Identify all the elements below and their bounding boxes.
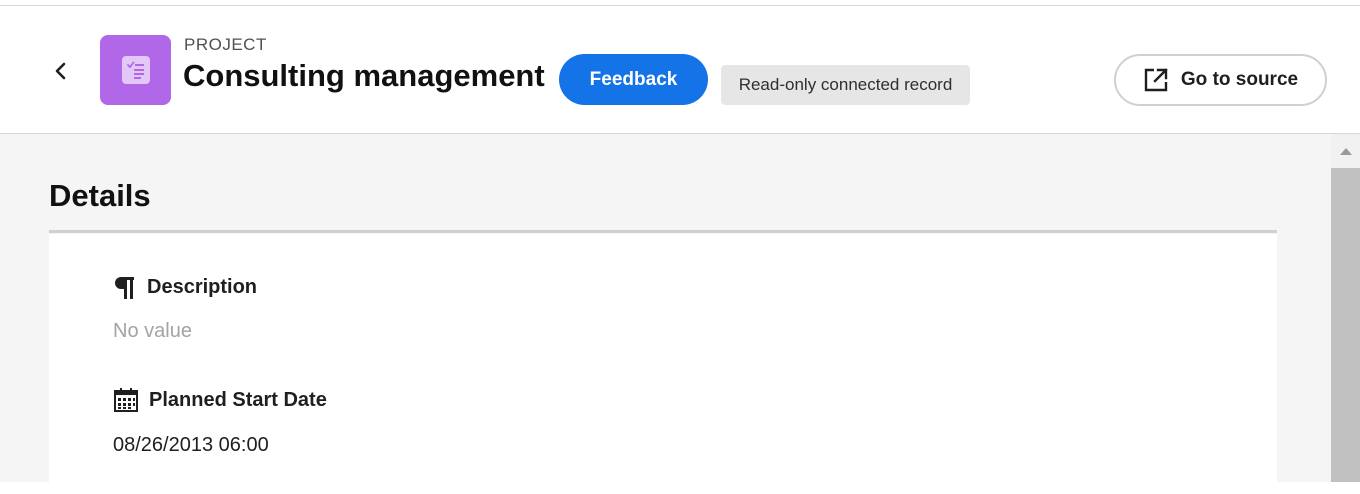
scroll-up-button[interactable] (1331, 134, 1360, 168)
project-checklist-icon (121, 56, 150, 84)
record-header: PROJECT Consulting management Feedback R… (0, 6, 1360, 134)
description-label-text: Description (147, 275, 258, 298)
details-panel: Details Description No value Planned Sta… (0, 134, 1331, 494)
project-icon (100, 35, 171, 105)
feedback-button[interactable]: Feedback (559, 54, 708, 105)
description-label: Description (113, 274, 257, 300)
details-card: Description No value Planned Start Date … (49, 234, 1277, 494)
planned-start-date-label-text: Planned Start Date (149, 388, 327, 411)
go-to-source-label: Go to source (1180, 69, 1299, 90)
triangle-up-icon (1339, 147, 1352, 155)
go-to-source-button[interactable]: Go to source (1114, 54, 1327, 106)
calendar-icon (114, 388, 138, 412)
vertical-scrollbar[interactable] (1331, 134, 1360, 482)
read-only-badge: Read-only connected record (721, 65, 970, 105)
paragraph-icon (115, 277, 134, 299)
description-value: No value (113, 320, 192, 342)
details-heading: Details (49, 178, 151, 213)
record-type-label: PROJECT (184, 35, 267, 54)
planned-start-date-value: 08/26/2013 06:00 (113, 434, 269, 456)
planned-start-date-label: Planned Start Date (113, 387, 327, 413)
scrollbar-thumb[interactable] (1331, 168, 1360, 482)
external-link-icon (1144, 68, 1168, 92)
chevron-left-icon (55, 62, 66, 80)
record-title: Consulting management (183, 58, 545, 93)
details-divider (49, 230, 1277, 233)
back-button[interactable] (48, 58, 74, 84)
